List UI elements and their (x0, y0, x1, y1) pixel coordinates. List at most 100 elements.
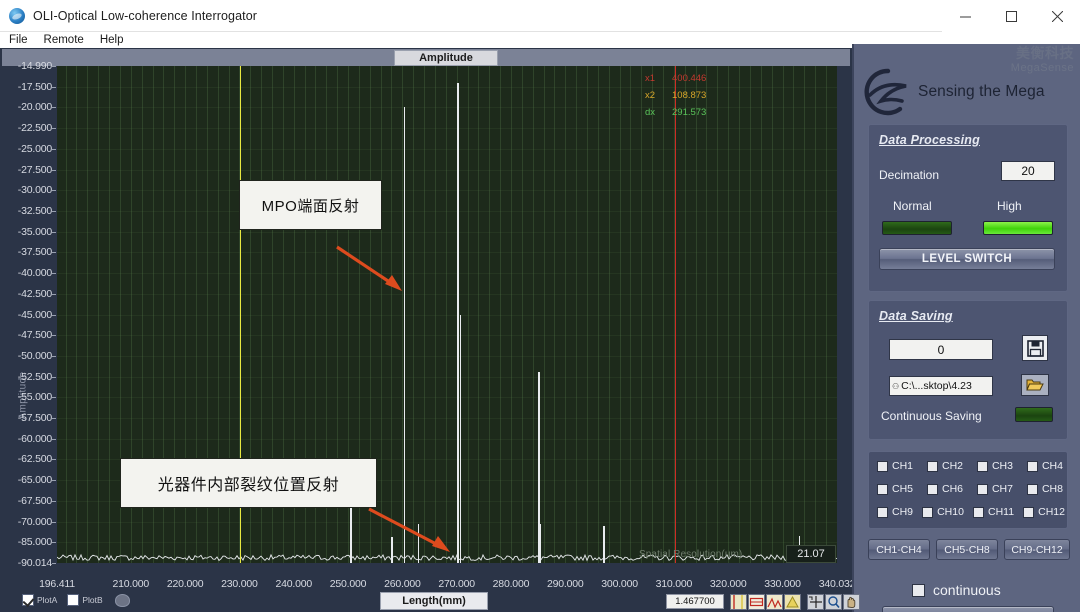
y-tick-19: -62.500 (17, 453, 52, 466)
y-tick-mark-5 (52, 169, 56, 171)
pan-hand-icon[interactable] (843, 593, 860, 610)
menu-item-remote[interactable]: Remote (44, 34, 84, 46)
grid-line-h (57, 418, 837, 420)
y-tick-9: -37.500 (17, 246, 52, 259)
app-globe-icon (9, 7, 25, 24)
decimation-label: Decimation (879, 168, 940, 182)
tab-amplitude[interactable]: Amplitude (394, 50, 498, 66)
scan-button[interactable]: SCAN (882, 606, 1054, 612)
y-tick-5: -27.500 (17, 163, 52, 176)
checkbox-ch6[interactable] (926, 483, 938, 495)
y-tick-7: -32.500 (17, 204, 52, 217)
checkbox-ch2[interactable] (926, 460, 938, 472)
checkbox-ch10[interactable] (922, 506, 934, 518)
peak-2 (459, 314, 462, 563)
save-path-input[interactable]: ⚇ C:\...sktop\4.23 (889, 376, 993, 396)
channel-ch3[interactable]: CH3 (976, 460, 1013, 472)
y-tick-mark-3 (52, 128, 56, 130)
level-switch-button[interactable]: LEVEL SWITCH (879, 248, 1055, 270)
channel-ch6[interactable]: CH6 (926, 483, 963, 495)
x-tick-2: 220.000 (166, 578, 204, 590)
y-tick-13: -47.500 (17, 329, 52, 342)
data-processing-title: Data Processing (879, 133, 980, 147)
minimize-button[interactable] (942, 0, 988, 32)
save-counter-input[interactable]: 0 (889, 339, 993, 360)
crosshair-icon[interactable] (807, 593, 824, 610)
control-panel: 美衡科技 MegaSense Sensing the Mega Data Pro… (852, 44, 1080, 612)
y-tick-14: -50.000 (17, 349, 52, 362)
channel-ch11[interactable]: CH11 (973, 506, 1014, 518)
path-glyph-icon: ⚇ (892, 381, 900, 391)
readout-x2: x2 108.873 (645, 90, 707, 101)
x-tick-5: 250.000 (329, 578, 367, 590)
y-tick-17: -57.500 (17, 412, 52, 425)
channel-ch1[interactable]: CH1 (877, 460, 913, 472)
y-tick-8: -35.000 (17, 225, 52, 238)
checkbox-ch7[interactable] (976, 483, 988, 495)
y-tick-mark-12 (52, 314, 56, 316)
channel-ch9[interactable]: CH9 (877, 506, 913, 518)
checkbox-ch4[interactable] (1026, 460, 1038, 472)
peak-marker-icon[interactable] (766, 593, 783, 610)
checkbox-ch3[interactable] (976, 460, 988, 472)
window-controls (942, 0, 1080, 32)
level-high-label: High (997, 199, 1022, 213)
folder-open-icon[interactable] (1021, 374, 1049, 396)
x-tick-13: 330.000 (764, 578, 801, 590)
floppy-save-icon[interactable] (1022, 335, 1048, 361)
zoom-region-icon[interactable] (748, 593, 765, 610)
checkbox-ch11[interactable] (973, 506, 984, 518)
x-axis-label: Length(mm) (380, 592, 488, 610)
grid-line-h (57, 355, 837, 357)
y-tick-mark-1 (52, 86, 56, 88)
channel-ch2[interactable]: CH2 (926, 460, 963, 472)
y-tick-mark-24 (52, 563, 56, 564)
cursor-tool-icon[interactable] (730, 593, 747, 610)
checkbox-ch12[interactable] (1023, 506, 1035, 518)
magnifier-icon[interactable] (825, 593, 842, 610)
y-tick-4: -25.000 (17, 142, 52, 155)
y-tick-mark-4 (52, 148, 56, 150)
group-channels: CH1 CH2 CH3 CH4 CH5 CH6 CH7 CH8 CH9 CH10… (868, 451, 1068, 529)
channel-ch4[interactable]: CH4 (1026, 460, 1063, 472)
menu-item-help[interactable]: Help (100, 34, 124, 46)
y-tick-23: -85.000 (17, 536, 52, 549)
legend-checkbox-plotb[interactable] (67, 594, 80, 606)
y-tick-mark-2 (52, 107, 56, 109)
channel-ch10[interactable]: CH10 (922, 506, 964, 518)
palette-icon[interactable] (114, 593, 130, 607)
checkbox-ch8[interactable] (1026, 483, 1038, 495)
channel-ch12[interactable]: CH12 (1023, 506, 1065, 518)
button-ch1-ch4[interactable]: CH1-CH4 (868, 539, 930, 560)
x-tick-11: 310.000 (655, 578, 693, 590)
maximize-button[interactable] (988, 0, 1034, 32)
highlight-icon[interactable] (784, 593, 801, 610)
save-path-value: C:\...sktop\4.23 (901, 380, 972, 392)
channel-ch5[interactable]: CH5 (877, 483, 913, 495)
y-tick-mark-7 (52, 210, 56, 212)
channel-ch8[interactable]: CH8 (1026, 483, 1063, 495)
x-tick-12: 320.000 (709, 578, 747, 590)
plot-legend: PlotA PlotB (22, 592, 130, 608)
checkbox-ch5[interactable] (877, 483, 888, 495)
x-tick-4: 240.000 (275, 578, 312, 590)
y-tick-mark-20 (52, 480, 56, 482)
checkbox-ch1[interactable] (877, 460, 888, 472)
button-ch9-ch12[interactable]: CH9-CH12 (1004, 539, 1070, 560)
checkbox-continuous[interactable] (912, 583, 925, 597)
decimation-input[interactable]: 20 (1001, 161, 1055, 181)
continuous-saving-indicator[interactable] (1015, 407, 1053, 422)
checkbox-ch9[interactable] (877, 506, 888, 518)
cursor-1-red[interactable] (674, 66, 676, 563)
close-button[interactable] (1034, 0, 1080, 32)
y-tick-mark-22 (52, 521, 56, 523)
y-tick-22: -70.000 (17, 515, 52, 528)
button-ch5-ch8[interactable]: CH5-CH8 (936, 539, 998, 560)
legend-checkbox-plota[interactable] (22, 594, 34, 606)
x-tick-1: 210.000 (112, 578, 150, 590)
y-tick-mark-6 (52, 190, 56, 192)
grid-line-h (57, 335, 837, 337)
group-data-saving: Data Saving 0 ⚇ C:\...sktop\4.23 Continu… (868, 300, 1068, 440)
channel-ch7[interactable]: CH7 (976, 483, 1013, 495)
menu-item-file[interactable]: File (9, 34, 28, 46)
